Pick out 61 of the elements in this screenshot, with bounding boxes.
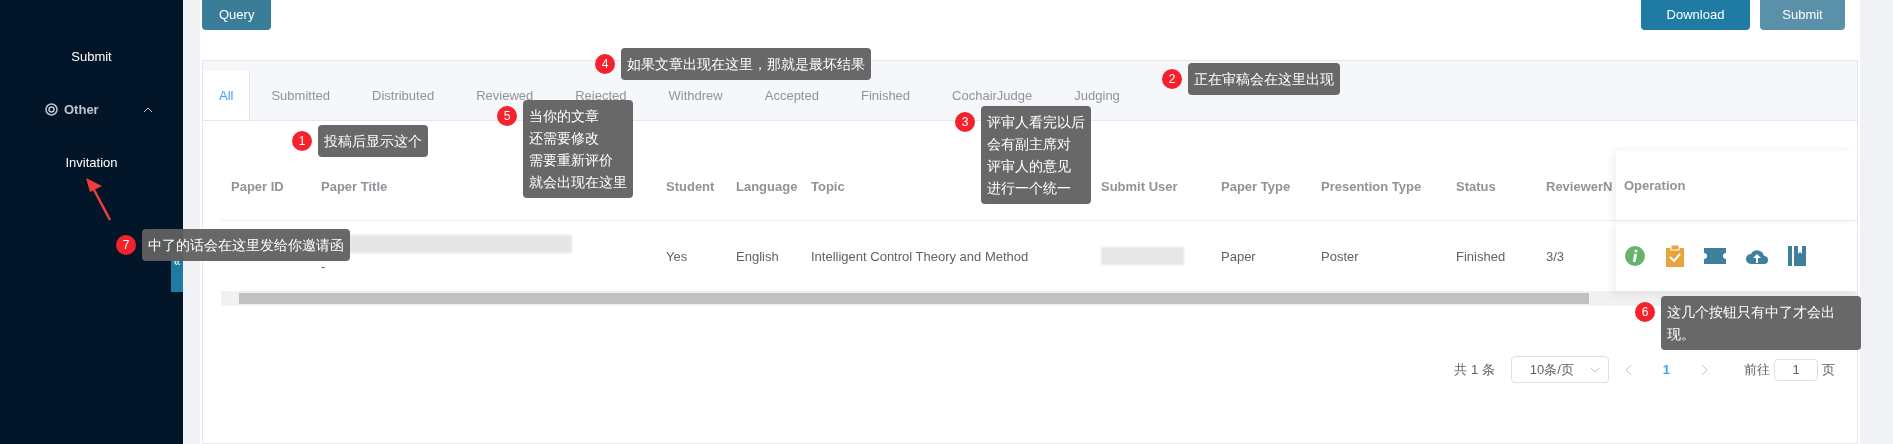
annotation-text: 需要重新评价	[529, 151, 614, 170]
column-header: Presention Type	[1321, 178, 1422, 194]
table-cell: 3/3	[1546, 249, 1565, 264]
page-number[interactable]: 1	[1648, 359, 1684, 380]
annotation-text: 还需要修改	[529, 129, 600, 148]
sidebar-item[interactable]: Invitation	[0, 136, 183, 189]
download-button[interactable]: Download	[1641, 0, 1750, 30]
sidebar-group[interactable]: Other	[0, 83, 183, 136]
pointer-arrow	[84, 176, 114, 222]
goto-suffix: 页	[1822, 360, 1835, 379]
next-page-icon[interactable]	[1700, 363, 1708, 376]
sidebar-item[interactable]: Submit	[0, 30, 183, 83]
annotation-text: 当你的文章	[529, 107, 600, 126]
column-header: Student	[666, 178, 715, 194]
query-button[interactable]: Query	[202, 0, 272, 30]
horizontal-scrollbar[interactable]	[221, 291, 1857, 306]
previous-page-icon[interactable]	[1624, 363, 1633, 376]
info-icon[interactable]	[1624, 245, 1646, 267]
target-icon	[45, 103, 58, 116]
book-icon[interactable]	[1788, 246, 1806, 266]
column-header: Operation	[1624, 176, 1686, 195]
annotation-text: 评审人的意见	[987, 157, 1072, 176]
sidebar-group-label: Other	[64, 100, 99, 119]
table-cell: English	[736, 249, 779, 264]
annotation-text: 如果文章出现在这里，那就是最坏结果	[627, 55, 865, 74]
total-count: 共 1 条	[1454, 360, 1495, 379]
goto-label: 前往	[1744, 360, 1770, 379]
annotation-text: 正在审稿会在这里出现	[1194, 70, 1334, 89]
annotation-text: 就会出现在这里	[529, 173, 627, 192]
column-header: Language	[736, 178, 798, 194]
annotation-text: 投稿后显示这个	[324, 132, 422, 151]
chevron-down-icon	[1589, 366, 1600, 373]
column-header: Submit User	[1101, 178, 1178, 194]
annotation-text: 这几个按钮只有中了才会出现。	[1667, 303, 1836, 344]
table-cell: Poster	[1321, 249, 1359, 264]
column-header: Paper Type	[1221, 178, 1291, 194]
table-cell: Finished	[1456, 249, 1506, 264]
page-size-select[interactable]: 10条/页	[1510, 356, 1609, 383]
column-header: Paper Title	[321, 178, 388, 194]
table-cell: Yes	[666, 249, 688, 264]
tab[interactable]: Distributed	[351, 71, 456, 120]
tab[interactable]: Submitted	[250, 71, 351, 120]
column-header: Paper ID	[231, 178, 284, 194]
column-header: ReviewerN	[1546, 178, 1613, 194]
annotation-text: 评审人看完以后	[987, 113, 1085, 132]
page-input[interactable]: 1	[1774, 358, 1818, 381]
annotation-text: 中了的话会在这里发给你邀请函	[148, 236, 344, 255]
annotation-text: 进行一个统一	[987, 179, 1072, 198]
table-cell: Paper	[1221, 249, 1256, 264]
cloud-upload-icon[interactable]	[1746, 248, 1768, 264]
ticket-icon[interactable]	[1704, 248, 1726, 264]
tab[interactable]: All	[203, 71, 251, 120]
column-header: Status	[1456, 178, 1496, 194]
column-header: Topic	[811, 178, 845, 194]
table-cell-text: -	[321, 258, 327, 277]
scrollbar-thumb[interactable]	[239, 293, 1589, 304]
tab[interactable]: Finished	[839, 71, 932, 120]
submit-button[interactable]: Submit	[1760, 0, 1845, 30]
table-cell: Intelligent Control Theory and Method	[811, 249, 1029, 264]
annotation-text: 会有副主席对	[987, 135, 1072, 154]
clipboard-check-icon[interactable]	[1666, 245, 1684, 267]
